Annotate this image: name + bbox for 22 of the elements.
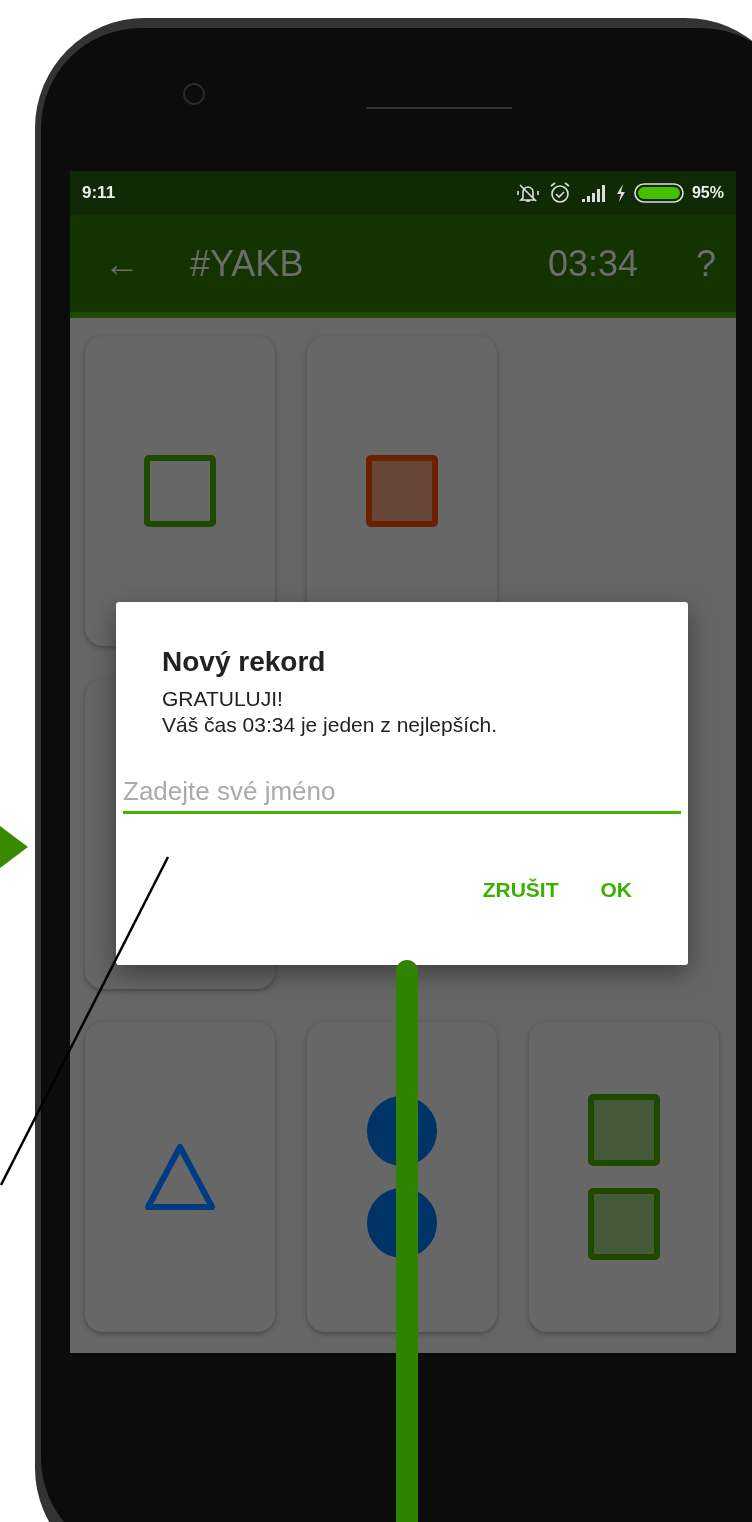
app-title: #YAKB bbox=[190, 242, 305, 285]
status-time: 9:11 bbox=[82, 183, 116, 203]
battery-percent: 95% bbox=[691, 184, 724, 202]
camera-icon bbox=[183, 83, 205, 105]
pointer-arrow bbox=[0, 826, 28, 868]
dialog-title: Nový rekord bbox=[162, 646, 327, 678]
square-shape bbox=[588, 1094, 660, 1166]
charging-icon bbox=[615, 183, 626, 203]
dialog-message: Váš čas 03:34 je jeden z nejlepších. bbox=[162, 712, 499, 738]
timer: 03:34 bbox=[547, 242, 638, 285]
dialog-message: GRATULUJI! bbox=[162, 686, 284, 712]
dialog-button[interactable]: ZRUŠIT bbox=[476, 870, 565, 910]
dialog-button[interactable]: OK bbox=[594, 870, 638, 910]
square-shape bbox=[144, 455, 216, 527]
signal-icon bbox=[579, 183, 608, 203]
mute-icon bbox=[515, 182, 540, 204]
help-button[interactable]: ? bbox=[695, 242, 716, 285]
battery-icon bbox=[633, 182, 684, 204]
square-shape bbox=[366, 455, 438, 527]
square-shape bbox=[588, 1188, 660, 1260]
triangle-shape bbox=[144, 1143, 216, 1211]
back-button[interactable]: ← bbox=[104, 242, 190, 285]
